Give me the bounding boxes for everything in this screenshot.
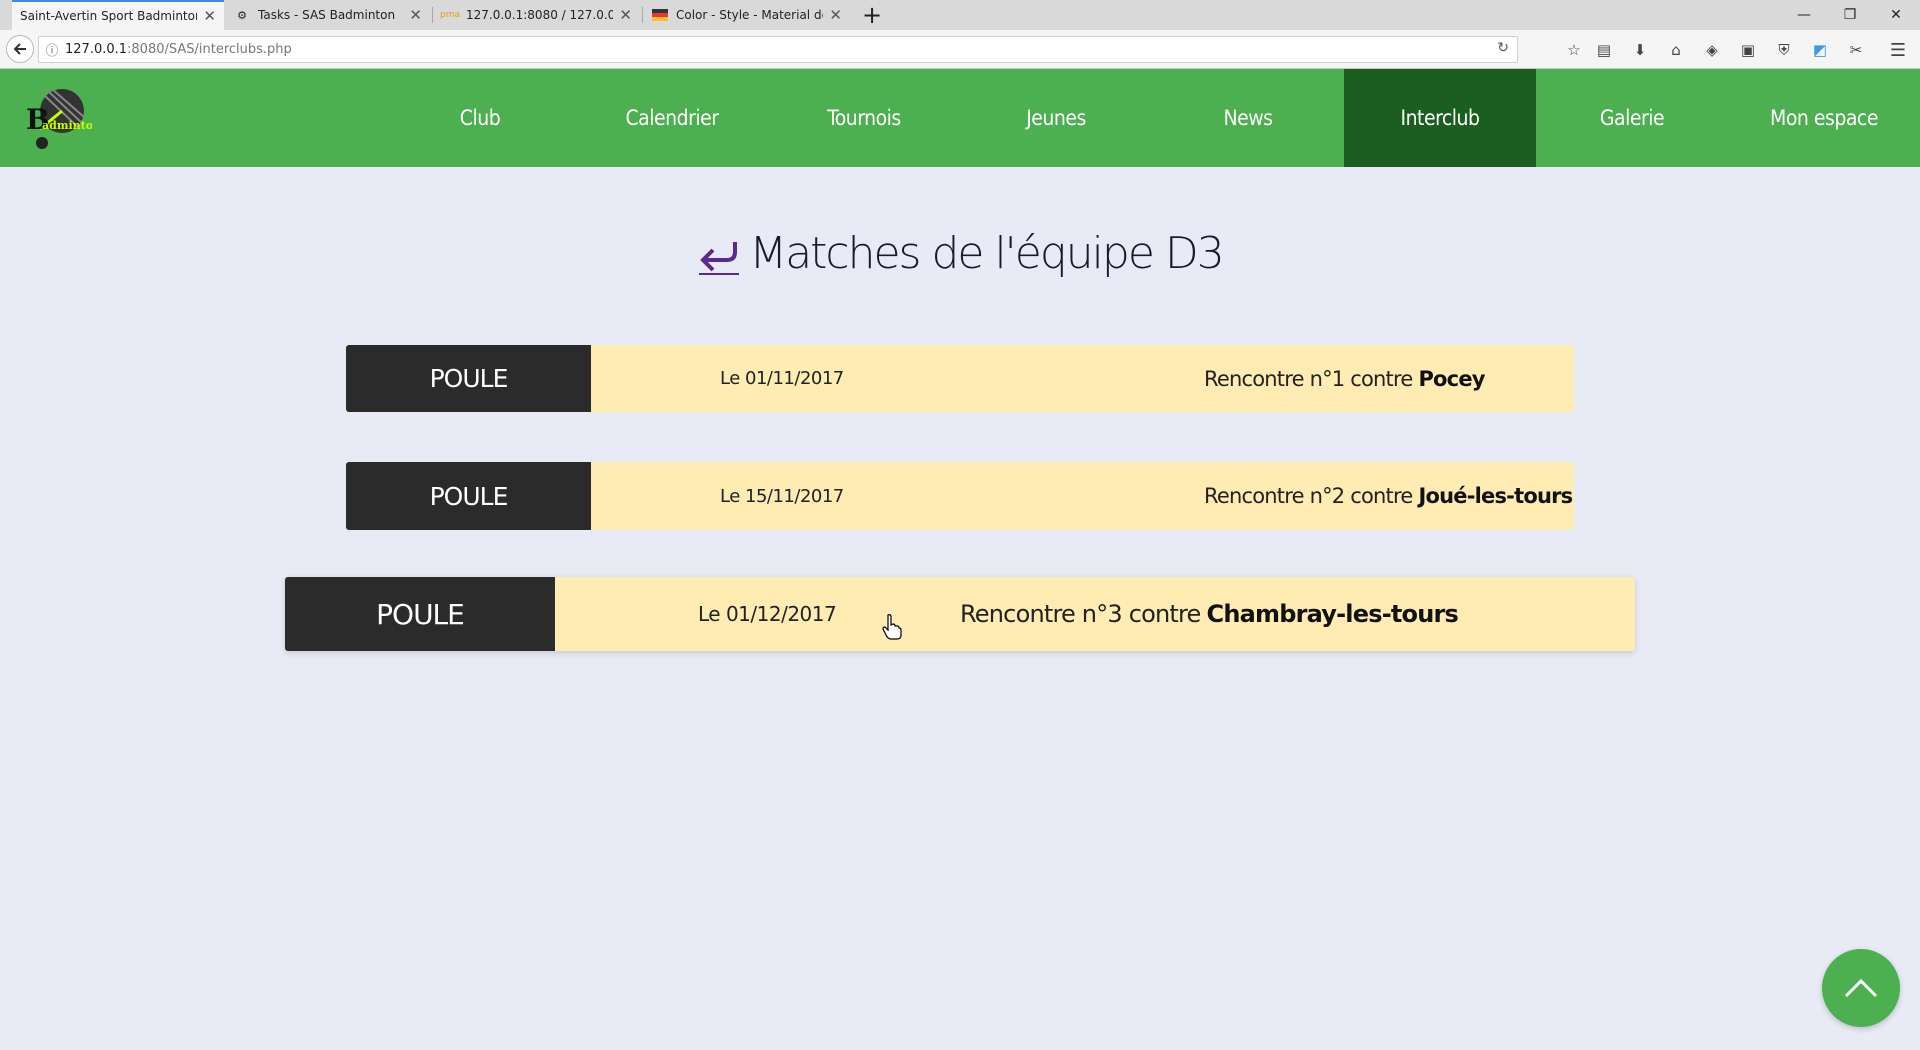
match-row[interactable]: POULE Le 01/11/2017 Rencontre n°1 contre… — [346, 345, 1574, 412]
new-tab-button[interactable]: + — [856, 0, 888, 30]
page-title-row: Matches de l'équipe D3 — [0, 228, 1920, 279]
close-icon[interactable]: ✕ — [203, 7, 216, 25]
restore-button[interactable]: ❐ — [1828, 0, 1872, 30]
browser-tab-active[interactable]: Saint-Avertin Sport Badminton ✕ — [12, 0, 224, 30]
match-row-hovered[interactable]: POULE Le 01/12/2017 Rencontre n°3 contre… — [285, 577, 1635, 651]
window-close-button[interactable]: ✕ — [1874, 0, 1918, 30]
minimize-button[interactable]: — — [1782, 0, 1826, 30]
match-phase: POULE — [346, 345, 591, 412]
browser-nav-bar: ⓘ 127.0.0.1:8080/SAS/interclubs.php ↻ ☆ … — [0, 30, 1920, 69]
match-date: Le 01/11/2017 — [720, 368, 844, 389]
hand-cursor-icon — [882, 614, 902, 640]
page-title: Matches de l'équipe D3 — [749, 228, 1225, 279]
close-icon[interactable]: ✕ — [409, 6, 422, 24]
match-date: Le 01/12/2017 — [698, 602, 837, 626]
nav-jeunes[interactable]: Jeunes — [960, 69, 1152, 167]
club-logo[interactable]: B adminton — [22, 85, 101, 151]
url-path: :8080/SAS/interclubs.php — [127, 42, 292, 57]
match-opponent: Pocey — [1418, 366, 1485, 391]
match-description: Rencontre n°2 contre Joué-les-tours — [1204, 462, 1573, 530]
match-body: Le 01/12/2017 Rencontre n°3 contre Chamb… — [555, 577, 1635, 651]
nav-interclub[interactable]: Interclub — [1344, 69, 1536, 167]
tab-label: Tasks - SAS Badminton — [258, 8, 396, 22]
browser-tab[interactable]: ⚙ Tasks - SAS Badminton ✕ — [226, 0, 430, 30]
close-icon[interactable]: ✕ — [619, 6, 632, 24]
nav-galerie[interactable]: Galerie — [1536, 69, 1728, 167]
match-opponent: Joué-les-tours — [1418, 484, 1573, 508]
match-date: Le 15/11/2017 — [720, 485, 844, 507]
material-icon — [652, 7, 668, 23]
phpmyadmin-icon: pma — [440, 10, 460, 20]
match-phase: POULE — [285, 577, 555, 651]
match-label: Rencontre n°3 contre — [960, 600, 1201, 628]
tab-separator — [432, 7, 433, 23]
match-phase: POULE — [346, 462, 591, 530]
tab-label: 127.0.0.1:8080 / 127.0.0.1 / sa — [466, 8, 614, 22]
match-opponent: Chambray-les-tours — [1206, 600, 1459, 628]
tab-label: Color - Style - Material desig — [676, 8, 823, 22]
chart-extension-icon[interactable]: ◩ — [1809, 39, 1831, 61]
svg-text:adminton: adminton — [42, 119, 92, 132]
shield-icon[interactable]: ⛨ — [1773, 39, 1795, 61]
back-button[interactable] — [6, 35, 34, 63]
match-description: Rencontre n°3 contre Chambray-les-tours — [960, 577, 1459, 651]
match-body: Le 01/11/2017 Rencontre n°1 contre Pocey — [591, 345, 1574, 412]
reload-icon[interactable]: ↻ — [1497, 40, 1509, 56]
match-description: Rencontre n°1 contre Pocey — [1204, 345, 1485, 412]
nav-news[interactable]: News — [1152, 69, 1344, 167]
nav-mon-espace[interactable]: Mon espace — [1728, 69, 1920, 167]
back-arrow-icon — [13, 43, 26, 55]
nav-calendrier[interactable]: Calendrier — [576, 69, 768, 167]
site-header: B adminton Club Calendrier Tournois Jeun… — [0, 69, 1920, 167]
return-arrow-icon — [699, 241, 740, 275]
url-host: 127.0.0.1 — [65, 42, 128, 57]
match-label: Rencontre n°1 contre — [1204, 366, 1413, 391]
match-row[interactable]: POULE Le 15/11/2017 Rencontre n°2 contre… — [346, 462, 1574, 530]
pocket-icon[interactable]: ◈ — [1701, 39, 1723, 61]
chevron-up-icon — [1844, 978, 1878, 998]
browser-tab[interactable]: pma 127.0.0.1:8080 / 127.0.0.1 / sa ✕ — [434, 0, 640, 30]
close-icon[interactable]: ✕ — [829, 6, 842, 24]
browser-tab[interactable]: Color - Style - Material desig ✕ — [644, 0, 850, 30]
scroll-to-top-button[interactable] — [1822, 949, 1900, 1027]
download-icon[interactable]: ⬇ — [1629, 39, 1651, 61]
back-link[interactable] — [697, 232, 741, 276]
tab-label: Saint-Avertin Sport Badminton — [20, 9, 198, 23]
home-icon[interactable]: ⌂ — [1665, 39, 1687, 61]
hamburger-menu-icon[interactable]: ☰ — [1887, 39, 1909, 61]
gear-icon: ⚙ — [237, 8, 247, 22]
nav-tournois[interactable]: Tournois — [768, 69, 960, 167]
tab-separator — [642, 7, 643, 23]
nav-club[interactable]: Club — [384, 69, 576, 167]
tools-icon[interactable]: ✂ — [1845, 39, 1867, 61]
match-label: Rencontre n°2 contre — [1204, 484, 1413, 508]
extension-icon[interactable]: ▣ — [1737, 39, 1759, 61]
browser-tab-bar: Saint-Avertin Sport Badminton ✕ ⚙ Tasks … — [0, 0, 1920, 30]
info-icon[interactable]: ⓘ — [39, 40, 65, 59]
bookmark-star-icon[interactable]: ☆ — [1563, 39, 1585, 61]
address-bar[interactable]: ⓘ 127.0.0.1:8080/SAS/interclubs.php ↻ — [38, 36, 1518, 63]
reading-list-icon[interactable]: ▤ — [1593, 39, 1615, 61]
match-body: Le 15/11/2017 Rencontre n°2 contre Joué-… — [591, 462, 1574, 530]
